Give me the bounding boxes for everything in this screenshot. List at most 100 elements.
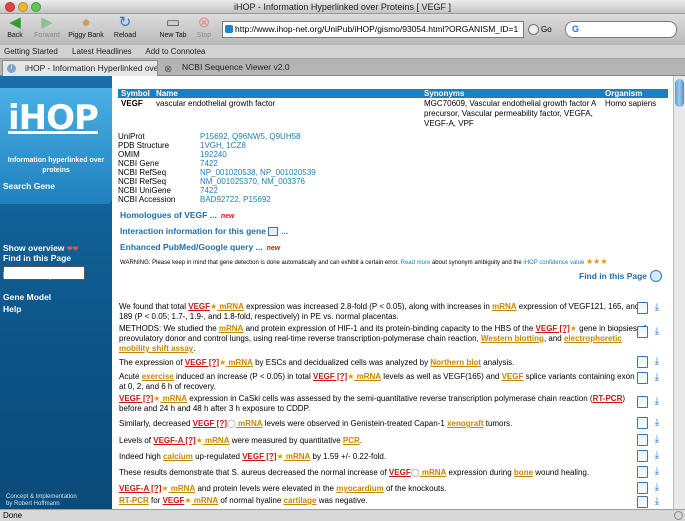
term-link[interactable]: mRNA xyxy=(169,484,195,493)
gene-link[interactable]: VEGF [?] xyxy=(536,324,570,333)
gene-link[interactable]: VEGF [?] xyxy=(119,394,153,403)
google-search-field[interactable]: G xyxy=(565,21,677,38)
download-icon[interactable]: ⤓ xyxy=(652,302,662,314)
term-link[interactable]: PCR xyxy=(343,436,360,445)
term-link[interactable]: mRNA xyxy=(219,324,243,333)
scrollbar-thumb[interactable] xyxy=(675,79,684,107)
term-link[interactable]: Western blotting xyxy=(481,334,544,343)
download-icon[interactable]: ⤓ xyxy=(652,496,662,508)
bookmark-getting-started[interactable]: Getting Started xyxy=(4,47,58,56)
download-icon[interactable]: ⤓ xyxy=(652,396,662,408)
abstract-icon[interactable] xyxy=(637,302,648,314)
abstract-icon[interactable] xyxy=(637,417,648,429)
security-status-icon xyxy=(674,511,683,520)
term-link[interactable]: mRNA xyxy=(236,419,262,428)
term-link[interactable]: RT-PCR xyxy=(119,496,149,505)
pdb-link[interactable]: 1VGH, 1CZ8 xyxy=(200,141,246,150)
abstract-icon[interactable] xyxy=(637,496,648,508)
download-icon[interactable]: ⤓ xyxy=(652,466,662,478)
download-icon[interactable]: ⤓ xyxy=(652,434,662,446)
tab-ihop[interactable]: i iHOP - Information Hyperlinked over Pr… xyxy=(2,60,158,76)
term-link[interactable]: mRNA xyxy=(354,372,381,381)
tab-ncbi[interactable]: ⊗ NCBI Sequence Viewer v2.0 xyxy=(160,60,330,76)
abstract-icon[interactable] xyxy=(637,450,648,462)
tab-close-icon[interactable]: ⊗ xyxy=(164,62,172,76)
gene-link[interactable]: VEGF [?] xyxy=(185,358,219,367)
uniprot-link[interactable]: P15692, Q96NW5, Q9UH58 xyxy=(200,132,301,141)
help-link[interactable]: Help xyxy=(3,304,21,314)
show-overview-link[interactable]: Show overview ❤❤ xyxy=(3,243,79,253)
stop-button[interactable]: ⊗ Stop xyxy=(192,15,216,41)
interaction-network-icon[interactable] xyxy=(268,227,279,237)
gene-model-link[interactable]: Gene Model xyxy=(3,292,51,302)
term-link[interactable]: mRNA xyxy=(192,496,218,505)
term-link[interactable]: exercise xyxy=(142,372,174,381)
term-link[interactable]: cartilage xyxy=(284,496,317,505)
gene-link[interactable]: VEGF xyxy=(188,302,210,311)
term-link[interactable]: mRNA xyxy=(160,394,187,403)
ncbi-refseq-protein-link[interactable]: NP_001020538, NP_001020539 xyxy=(200,168,316,177)
forward-button[interactable]: ▶ Forward xyxy=(30,15,64,41)
term-link[interactable]: xenograft xyxy=(447,419,483,428)
zoom-window-button[interactable] xyxy=(31,2,41,12)
download-icon[interactable]: ⤓ xyxy=(652,356,662,368)
find-in-page-control[interactable]: Find in this Page xyxy=(579,270,663,282)
close-window-button[interactable] xyxy=(5,2,15,12)
abstract-icon[interactable] xyxy=(637,482,648,494)
sentence-2: METHODS: We studied the mRNA and protein… xyxy=(119,324,646,353)
ncbi-unigene-link[interactable]: 7422 xyxy=(200,186,218,195)
gene-link[interactable]: VEGF xyxy=(163,496,185,505)
sidebar-find-in-page-link[interactable]: Find in this Page xyxy=(3,253,71,263)
gene-link[interactable]: VEGF xyxy=(389,468,411,477)
bookmark-latest-headlines[interactable]: Latest Headlines xyxy=(72,47,132,56)
abstract-icon[interactable] xyxy=(637,326,648,338)
download-icon[interactable]: ⤓ xyxy=(652,450,662,462)
gene-link[interactable]: VEGF [?] xyxy=(193,419,227,428)
new-tab-button[interactable]: ▭ New Tab xyxy=(157,15,189,41)
term-link[interactable]: mRNA xyxy=(284,452,310,461)
download-icon[interactable]: ⤓ xyxy=(652,482,662,494)
piggy-bank-button[interactable]: ● Piggy Bank xyxy=(66,15,106,41)
term-link[interactable]: mRNA xyxy=(492,302,516,311)
term-link[interactable]: bone xyxy=(514,468,533,477)
gene-link[interactable]: VEGF-A [?] xyxy=(119,484,161,493)
abstract-icon[interactable] xyxy=(637,466,648,478)
term-link[interactable]: mRNA xyxy=(217,302,243,311)
interaction-link[interactable]: Interaction information for this gene xyxy=(120,226,266,236)
term-link[interactable]: mRNA xyxy=(420,468,446,477)
abstract-icon[interactable] xyxy=(637,356,648,368)
term-link[interactable]: Northern blot xyxy=(430,358,481,367)
ncbi-accession-link[interactable]: BAD92722, P15692 xyxy=(200,195,271,204)
homologues-link[interactable]: Homologues of VEGF ... xyxy=(120,210,217,220)
term-link[interactable]: mRNA xyxy=(203,436,229,445)
filter-options-link[interactable]: Filter and options xyxy=(3,270,74,280)
ncbi-refseq-mrna-link[interactable]: NM_001025370, NM_003376 xyxy=(200,177,305,186)
enhanced-query-link[interactable]: Enhanced PubMed/Google query ... xyxy=(120,242,263,252)
abstract-icon[interactable] xyxy=(637,396,648,408)
gene-link[interactable]: VEGF-A [?] xyxy=(153,436,195,445)
vertical-scrollbar[interactable] xyxy=(673,76,685,509)
term-link[interactable]: RT-PCR xyxy=(593,394,623,403)
term-link[interactable]: calcium xyxy=(163,452,193,461)
download-icon[interactable]: ⤓ xyxy=(652,417,662,429)
download-icon[interactable]: ⤓ xyxy=(652,326,662,338)
reload-button[interactable]: ↻ Reload xyxy=(110,15,140,41)
bookmark-add-to-connotea[interactable]: Add to Connotea xyxy=(145,47,205,56)
go-control[interactable]: Go xyxy=(528,21,552,38)
gene-link[interactable]: VEGF [?] xyxy=(242,452,276,461)
address-bar[interactable]: http://www.ihop-net.org/UniPub/iHOP/gism… xyxy=(222,21,524,38)
term-link[interactable]: myocardium xyxy=(336,484,384,493)
term-link[interactable]: VEGF xyxy=(502,372,524,381)
download-icon[interactable]: ⤓ xyxy=(652,372,662,384)
back-button[interactable]: ◀ Back xyxy=(2,15,28,41)
abstract-icon[interactable] xyxy=(637,372,648,384)
gene-symbol: VEGF xyxy=(121,99,143,108)
term-link[interactable]: mRNA xyxy=(226,358,252,367)
gene-link[interactable]: VEGF [?] xyxy=(313,372,347,381)
omim-link[interactable]: 192240 xyxy=(200,150,227,159)
minimize-window-button[interactable] xyxy=(18,2,28,12)
abstract-icon[interactable] xyxy=(637,434,648,446)
ncbi-gene-link[interactable]: 7422 xyxy=(200,159,218,168)
read-more-link[interactable]: Read more xyxy=(401,260,431,266)
confidence-value-link[interactable]: iHOP confidence value xyxy=(523,260,584,266)
